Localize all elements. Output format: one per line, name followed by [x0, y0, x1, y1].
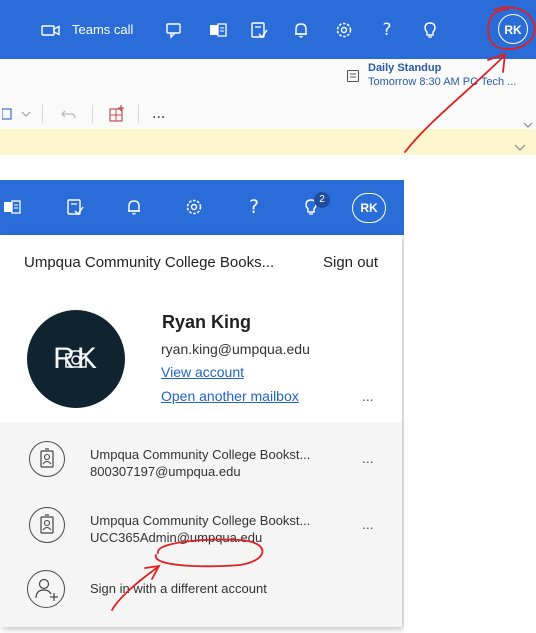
upcoming-meeting[interactable]: Daily Standup Tomorrow 8:30 AM PC Tech .… [344, 59, 534, 93]
sort-icon[interactable] [2, 103, 32, 125]
open-another-mailbox-link[interactable]: Open another mailbox [161, 388, 299, 404]
user-display-name: Ryan King [162, 312, 252, 332]
panel-app-bar: ? 2 RK [0, 180, 404, 235]
account-name: Umpqua Community College Bookst... [90, 447, 311, 462]
toolbar-divider [92, 105, 93, 123]
bell-icon[interactable] [123, 196, 145, 218]
account-badge-icon [29, 441, 65, 477]
account-avatar-button[interactable]: RK [498, 14, 528, 44]
more-options-button[interactable]: ... [152, 103, 165, 125]
chevron-down-icon[interactable] [514, 142, 526, 154]
account-list-item[interactable]: Umpqua Community College Bookst... UCC36… [0, 496, 402, 556]
account-avatar-button[interactable]: RK [352, 193, 386, 223]
account-name: Umpqua Community College Bookst... [90, 513, 311, 528]
undo-icon[interactable] [58, 103, 80, 125]
profile-avatar[interactable]: RK [27, 310, 125, 408]
user-email: ryan.king@umpqua.edu [161, 341, 310, 357]
meeting-title: Daily Standup [368, 62, 442, 74]
gear-icon[interactable] [333, 19, 355, 41]
help-icon[interactable]: ? [243, 196, 265, 218]
account-badge-icon [29, 507, 65, 543]
toolbar-divider [138, 105, 139, 123]
add-to-grid-icon[interactable] [106, 103, 128, 125]
camera-icon [65, 350, 87, 368]
more-options-button[interactable]: ... [362, 388, 374, 404]
account-email: UCC365Admin@umpqua.edu [90, 530, 263, 545]
todo-icon[interactable] [248, 19, 270, 41]
teams-call-label: Teams call [72, 22, 134, 37]
toolbar-divider [42, 105, 43, 123]
more-options-button[interactable]: ... [362, 450, 374, 466]
meeting-details: Tomorrow 8:30 AM PC Tech ... [368, 76, 517, 88]
ribbon-toolbar: ... [0, 99, 536, 129]
top-app-bar: Teams call ? RK [0, 0, 536, 59]
account-list-item[interactable]: Umpqua Community College Bookst... 80030… [0, 430, 402, 490]
sign-in-different-account-label: Sign in with a different account [90, 581, 267, 596]
organization-name: Umpqua Community College Books... [24, 254, 275, 271]
info-banner [0, 129, 536, 155]
sign-out-link[interactable]: Sign out [323, 254, 378, 271]
gear-icon[interactable] [183, 196, 205, 218]
sign-in-different-account-button[interactable]: Sign in with a different account [0, 562, 402, 616]
account-email: 800307197@umpqua.edu [90, 464, 241, 479]
account-manager-crop: ? 2 RK Umpqua Community College Books...… [0, 180, 404, 633]
word-icon[interactable] [2, 196, 24, 218]
help-icon[interactable]: ? [376, 19, 398, 41]
chat-icon[interactable] [163, 19, 185, 41]
lightbulb-icon[interactable] [419, 19, 441, 41]
bell-icon[interactable] [290, 19, 312, 41]
notification-badge: 2 [314, 192, 330, 208]
outlook-header-crop: Teams call ? RK Daily Standup Tomorrow 8… [0, 0, 536, 155]
view-account-link[interactable]: View account [161, 364, 244, 380]
add-person-icon [27, 570, 65, 608]
todo-icon[interactable] [64, 196, 86, 218]
calendar-icon [346, 69, 360, 83]
word-icon[interactable] [207, 19, 229, 41]
other-accounts-section: Umpqua Community College Bookst... 80030… [0, 422, 402, 627]
video-camera-icon [41, 25, 60, 36]
more-options-button[interactable]: ... [362, 516, 374, 532]
